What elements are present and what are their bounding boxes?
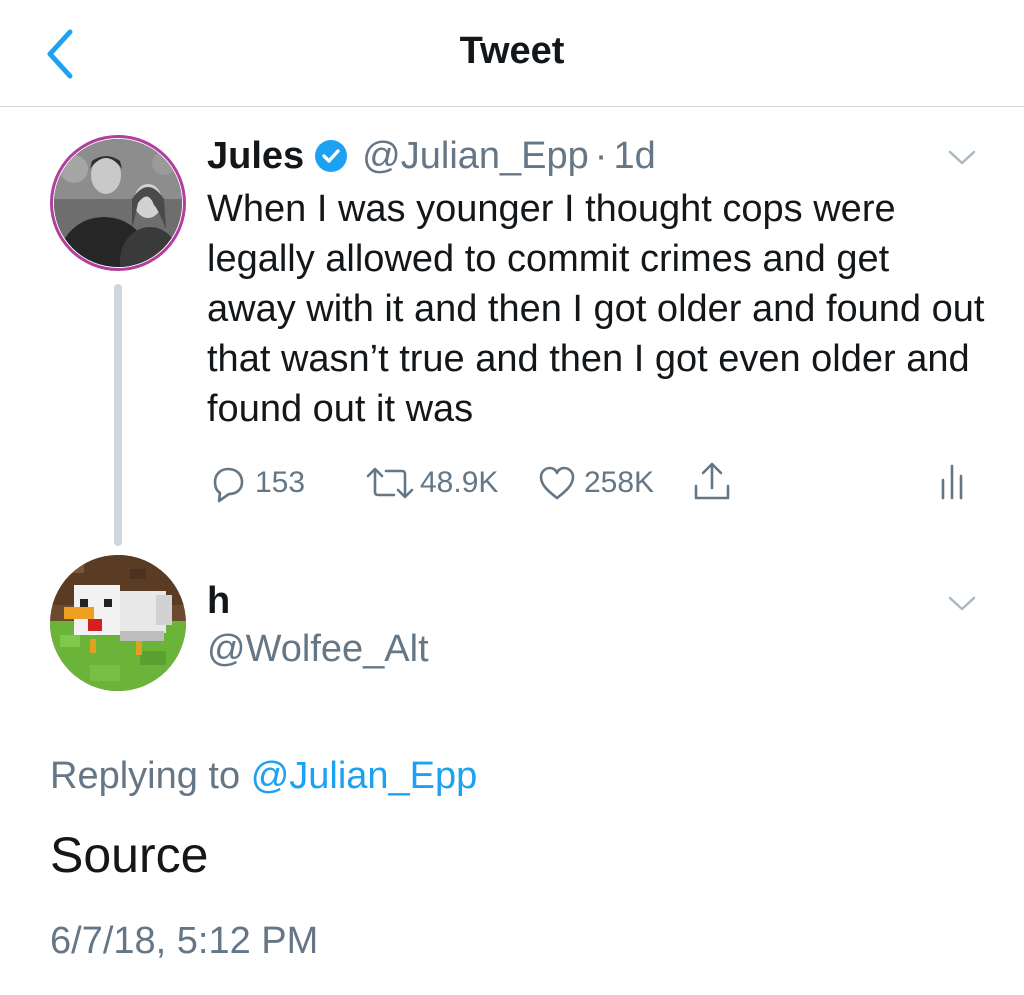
chevron-down-icon (948, 596, 976, 611)
meta-separator: · (594, 134, 608, 177)
author-handle[interactable]: @Julian_Epp (362, 135, 589, 178)
reply-icon (213, 467, 244, 503)
like-count: 258K (584, 466, 655, 499)
reply-author-handle[interactable]: @Wolfee_Alt (207, 628, 429, 671)
like-action[interactable]: 258K (536, 462, 654, 504)
reply-timestamp: 6/7/18, 5:12 PM (50, 920, 319, 962)
retweet-action[interactable]: 48.9K (364, 462, 498, 504)
reply-author-display-name[interactable]: h (207, 580, 230, 623)
replying-to: Replying to @Julian_Epp (50, 755, 477, 798)
verified-badge-icon (314, 139, 348, 173)
reply-options-button[interactable] (947, 594, 977, 614)
top-bar: Tweet (0, 0, 1024, 107)
analytics-icon (941, 464, 963, 500)
chevron-down-icon (948, 150, 976, 165)
avatar-photo (54, 139, 182, 267)
avatar-wolfee[interactable] (50, 555, 186, 691)
retweet-icon (366, 467, 414, 499)
replying-to-link[interactable]: @Julian_Epp (251, 755, 478, 797)
thread-connector-line (114, 284, 122, 546)
retweet-count: 48.9K (420, 466, 499, 499)
tweet-age[interactable]: 1d (613, 135, 655, 178)
heart-icon (539, 466, 575, 500)
avatar-jules[interactable] (50, 135, 186, 271)
reply-count: 153 (255, 466, 306, 499)
replying-to-label: Replying to (50, 755, 241, 797)
analytics-action[interactable] (938, 462, 968, 502)
avatar-image (50, 555, 186, 691)
share-action[interactable] (690, 460, 734, 504)
share-icon (694, 462, 730, 500)
reply-text: Source (50, 827, 209, 883)
tweet-options-button[interactable] (947, 148, 977, 168)
reply-action[interactable]: 153 (207, 462, 305, 504)
tweet-author-row: Jules @Julian_Epp · 1d (207, 133, 656, 179)
page-title: Tweet (459, 30, 565, 72)
tweet-text: When I was younger I thought cops were l… (207, 188, 985, 430)
author-display-name[interactable]: Jules (207, 135, 304, 178)
